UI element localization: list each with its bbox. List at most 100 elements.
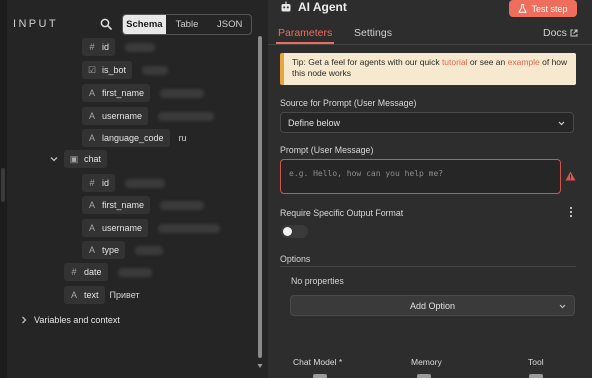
string-type-icon: A xyxy=(88,200,95,210)
field-name: is_bot xyxy=(102,65,127,75)
tab-settings[interactable]: Settings xyxy=(354,27,392,39)
field-name: id xyxy=(102,42,110,52)
output-format-label: Require Specific Output Format xyxy=(280,208,404,218)
source-select[interactable]: Define below xyxy=(280,112,574,133)
schema-field-row[interactable]: # id xyxy=(82,38,156,56)
schema-field-row[interactable]: A language_code ru xyxy=(82,129,187,147)
docs-link[interactable]: Docs xyxy=(543,27,578,39)
chevron-down-icon xyxy=(559,304,566,309)
scrollbar-thumb[interactable] xyxy=(258,36,262,358)
node-title: AI Agent xyxy=(298,0,347,14)
more-options-icon[interactable] xyxy=(568,206,574,218)
field-name: type xyxy=(102,245,120,255)
schema-field-row[interactable]: A text Привет xyxy=(64,286,140,304)
field-pill[interactable]: A username xyxy=(82,219,149,237)
chat-model-connector[interactable] xyxy=(313,374,327,378)
field-pill[interactable]: A type xyxy=(82,241,126,259)
tab-schema[interactable]: Schema xyxy=(123,15,166,34)
tip-callout: Tip: Get a feel for agents with our quic… xyxy=(280,53,576,85)
external-link-icon xyxy=(570,29,578,37)
prompt-input[interactable]: e.g. Hello, how can you help me? xyxy=(280,159,561,194)
add-option-label: Add Option xyxy=(409,300,456,311)
scroll-down-arrow-icon[interactable] xyxy=(257,362,263,370)
string-type-icon: A xyxy=(88,133,95,143)
field-name: text xyxy=(84,290,99,300)
schema-field-row[interactable]: ☑ is_bot xyxy=(82,61,169,79)
schema-field-row[interactable]: A first_name xyxy=(82,84,205,102)
field-pill[interactable]: A first_name xyxy=(82,196,151,214)
memory-connector[interactable] xyxy=(417,374,431,378)
sub-node-tool[interactable]: Tool xyxy=(528,357,544,367)
field-name: id xyxy=(102,178,110,188)
input-panel-title: INPUT xyxy=(13,18,58,30)
field-name: chat xyxy=(84,154,102,164)
test-step-label: Test step xyxy=(531,3,568,14)
source-label: Source for Prompt (User Message) xyxy=(280,98,417,108)
field-name: first_name xyxy=(102,88,145,98)
schema-field-row[interactable]: A username xyxy=(82,107,215,125)
schema-field-row[interactable]: # id xyxy=(82,174,166,192)
field-pill[interactable]: A text xyxy=(64,286,105,304)
input-panel: INPUT Schema Table JSON # id ☑ is_bot A xyxy=(0,0,268,378)
search-icon[interactable] xyxy=(100,18,112,30)
field-pill[interactable]: # id xyxy=(82,38,116,56)
add-option-button[interactable]: Add Option xyxy=(290,295,575,316)
field-pill[interactable]: A username xyxy=(82,107,149,125)
string-type-icon: A xyxy=(88,88,95,98)
flask-icon xyxy=(518,4,528,13)
view-mode-tabs: Schema Table JSON xyxy=(122,14,252,35)
variables-context-row[interactable]: Variables and context xyxy=(18,311,120,329)
tool-connector[interactable] xyxy=(529,374,543,378)
chevron-right-icon[interactable] xyxy=(18,314,30,326)
tab-json[interactable]: JSON xyxy=(208,15,251,34)
string-type-icon: A xyxy=(88,245,95,255)
string-type-icon: A xyxy=(70,290,77,300)
field-pill[interactable]: A language_code xyxy=(82,129,170,147)
field-pill[interactable]: ▣ chat xyxy=(64,150,108,168)
prompt-placeholder: e.g. Hello, how can you help me? xyxy=(289,169,444,178)
schema-field-row[interactable]: A username xyxy=(82,219,221,237)
field-pill[interactable]: # date xyxy=(64,263,108,281)
field-value: ru xyxy=(178,133,187,143)
string-type-icon: A xyxy=(88,111,95,121)
tab-parameters[interactable]: Parameters xyxy=(278,27,332,39)
example-link[interactable]: example xyxy=(508,57,540,67)
schema-field-row[interactable]: # date xyxy=(64,263,152,281)
field-name: first_name xyxy=(102,200,145,210)
blurred-value xyxy=(158,223,221,233)
blurred-value xyxy=(142,65,169,75)
field-value: Привет xyxy=(109,290,140,300)
field-pill[interactable]: ☑ is_bot xyxy=(82,61,133,79)
string-type-icon: A xyxy=(88,223,95,233)
no-properties-text: No properties xyxy=(291,276,344,286)
schema-field-row[interactable]: A first_name xyxy=(82,196,205,214)
variables-context-label: Variables and context xyxy=(34,315,120,325)
number-type-icon: # xyxy=(89,178,95,188)
blurred-value xyxy=(125,178,166,188)
blurred-value xyxy=(158,111,215,121)
options-divider xyxy=(280,266,576,267)
field-pill[interactable]: A first_name xyxy=(82,84,151,102)
blurred-value xyxy=(160,88,205,98)
blurred-value xyxy=(135,245,164,255)
field-name: username xyxy=(102,111,143,121)
tutorial-link[interactable]: tutorial xyxy=(442,57,468,67)
tabs-divider xyxy=(268,44,592,45)
tip-text: or see an xyxy=(467,57,508,67)
tab-table[interactable]: Table xyxy=(166,15,209,34)
toggle-knob[interactable] xyxy=(283,227,292,236)
blurred-value xyxy=(117,267,152,277)
sub-node-chat-model[interactable]: Chat Model * xyxy=(293,357,342,367)
docs-label: Docs xyxy=(543,27,567,39)
schema-field-row[interactable]: A type xyxy=(82,241,164,259)
blurred-value xyxy=(125,42,156,52)
boolean-type-icon: ☑ xyxy=(87,64,97,75)
sub-node-memory[interactable]: Memory xyxy=(411,357,442,367)
field-pill[interactable]: # id xyxy=(82,174,116,192)
chevron-down-icon[interactable] xyxy=(48,153,60,165)
test-step-button[interactable]: Test step xyxy=(509,0,577,17)
schema-object-row[interactable]: ▣ chat xyxy=(48,150,108,168)
source-select-value: Define below xyxy=(288,117,341,128)
chevron-down-icon xyxy=(558,121,565,126)
robot-icon xyxy=(281,1,291,12)
